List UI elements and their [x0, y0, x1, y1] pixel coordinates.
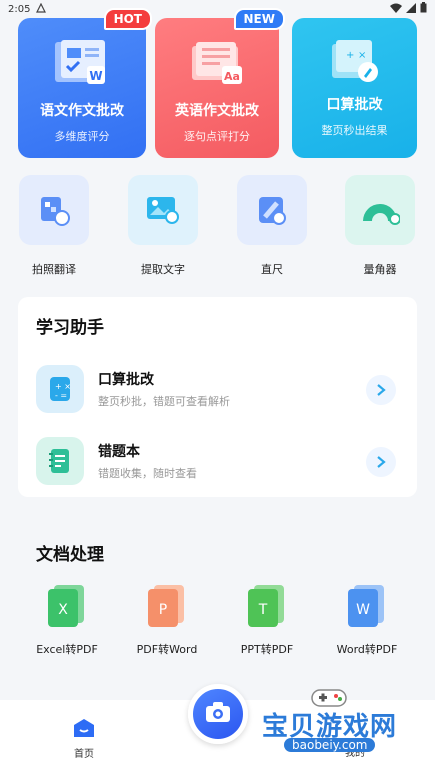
chinese-essay-card[interactable]: HOT W 语文作文批改 多维度评分: [18, 8, 152, 158]
tool-extract-text-label: 提取文字: [141, 263, 185, 276]
tool-ruler[interactable]: 直尺: [222, 175, 322, 277]
notebook-icon: [36, 437, 84, 485]
status-time: 2:05: [8, 3, 31, 15]
photo-translate-icon: [19, 175, 89, 245]
document-w-icon: W: [51, 36, 113, 94]
chevron-right-icon[interactable]: [366, 375, 396, 405]
word-file-icon: W: [348, 585, 386, 627]
calculator-pen-icon: + ×: [324, 36, 386, 94]
tool-photo-translate-label: 拍照翻译: [32, 263, 76, 276]
svg-text:W: W: [89, 69, 102, 83]
list-item-oral-math[interactable]: + × - = 口算批改 整页秒批，错题可查看解析: [36, 365, 396, 417]
signal-icon: [406, 2, 416, 16]
camera-button[interactable]: [188, 684, 248, 744]
pdf-to-word-label: PDF转Word: [136, 643, 198, 656]
camera-icon: [205, 701, 231, 727]
wrong-questions-item-title: 错题本: [98, 444, 140, 460]
pdf-letter: P: [159, 602, 167, 618]
oral-math-title: 口算批改: [326, 97, 383, 113]
ppt-file-icon: T: [248, 585, 286, 627]
study-assistant-title: 学习助手: [36, 318, 104, 338]
new-badge: NEW: [233, 8, 285, 30]
pdf-file-icon: P: [148, 585, 186, 627]
word-to-pdf[interactable]: W Word转PDF: [317, 585, 417, 657]
ppt-letter: T: [258, 602, 268, 618]
word-to-pdf-label: Word转PDF: [336, 643, 398, 656]
tool-protractor-label: 量角器: [363, 263, 397, 276]
ppt-to-pdf[interactable]: T PPT转PDF: [217, 585, 317, 657]
extract-text-icon: [128, 175, 198, 245]
tool-ruler-label: 直尺: [261, 263, 283, 276]
wifi-icon: [390, 3, 402, 16]
ppt-to-pdf-label: PPT转PDF: [240, 643, 294, 656]
home-icon: [73, 718, 95, 741]
document-processing-title: 文档处理: [36, 545, 104, 565]
excel-letter: X: [58, 602, 68, 618]
oral-math-item-title: 口算批改: [98, 372, 154, 388]
study-assistant-panel: 学习助手 + × - = 口算批改 整页秒批，错题可查看解析 错题本 错题收集，随…: [18, 297, 417, 497]
chevron-right-icon[interactable]: [366, 447, 396, 477]
oral-math-item-subtitle: 整页秒批，错题可查看解析: [98, 395, 230, 408]
excel-file-icon: X: [48, 585, 86, 627]
watermark-logo: 宝贝游戏网 baobeiy.com: [262, 686, 432, 766]
word-letter: W: [356, 602, 370, 618]
hot-badge: HOT: [103, 8, 152, 30]
nav-home-label: 首页: [74, 749, 94, 760]
wrong-questions-item-subtitle: 错题收集，随时查看: [98, 467, 197, 480]
svg-text:- =: - =: [55, 391, 67, 400]
ruler-icon: [237, 175, 307, 245]
tool-photo-translate[interactable]: 拍照翻译: [4, 175, 104, 277]
protractor-icon: [345, 175, 415, 245]
nav-home[interactable]: 首页: [62, 718, 106, 760]
tools-row: 拍照翻译 提取文字 直尺 量角器: [0, 175, 435, 285]
newspaper-aa-icon: Aa: [186, 36, 248, 94]
svg-text:+ ×: + ×: [55, 382, 71, 391]
calculator-icon: + × - =: [36, 365, 84, 413]
status-bar: 2:05: [0, 0, 435, 18]
chinese-essay-subtitle: 多维度评分: [54, 130, 110, 143]
english-essay-card[interactable]: NEW Aa 英语作文批改 逐句点评打分: [155, 8, 285, 158]
svg-text:+: +: [346, 50, 354, 61]
tool-protractor[interactable]: 量角器: [330, 175, 430, 277]
tool-extract-text[interactable]: 提取文字: [113, 175, 213, 277]
notification-icon: [36, 2, 47, 16]
oral-math-card[interactable]: + × 口算批改 整页秒出结果: [292, 18, 417, 158]
chinese-essay-title: 语文作文批改: [40, 103, 124, 119]
svg-text:Aa: Aa: [224, 70, 240, 83]
battery-icon: [420, 2, 427, 16]
svg-text:×: ×: [358, 50, 366, 61]
oral-math-subtitle: 整页秒出结果: [321, 124, 388, 137]
excel-to-pdf[interactable]: X Excel转PDF: [17, 585, 117, 657]
excel-to-pdf-label: Excel转PDF: [36, 643, 98, 656]
watermark-url: baobeiy.com: [284, 738, 376, 752]
english-essay-subtitle: 逐句点评打分: [184, 130, 250, 143]
list-item-wrong-questions[interactable]: 错题本 错题收集，随时查看: [36, 437, 396, 489]
english-essay-title: 英语作文批改: [175, 103, 259, 119]
pdf-to-word[interactable]: P PDF转Word: [117, 585, 217, 657]
